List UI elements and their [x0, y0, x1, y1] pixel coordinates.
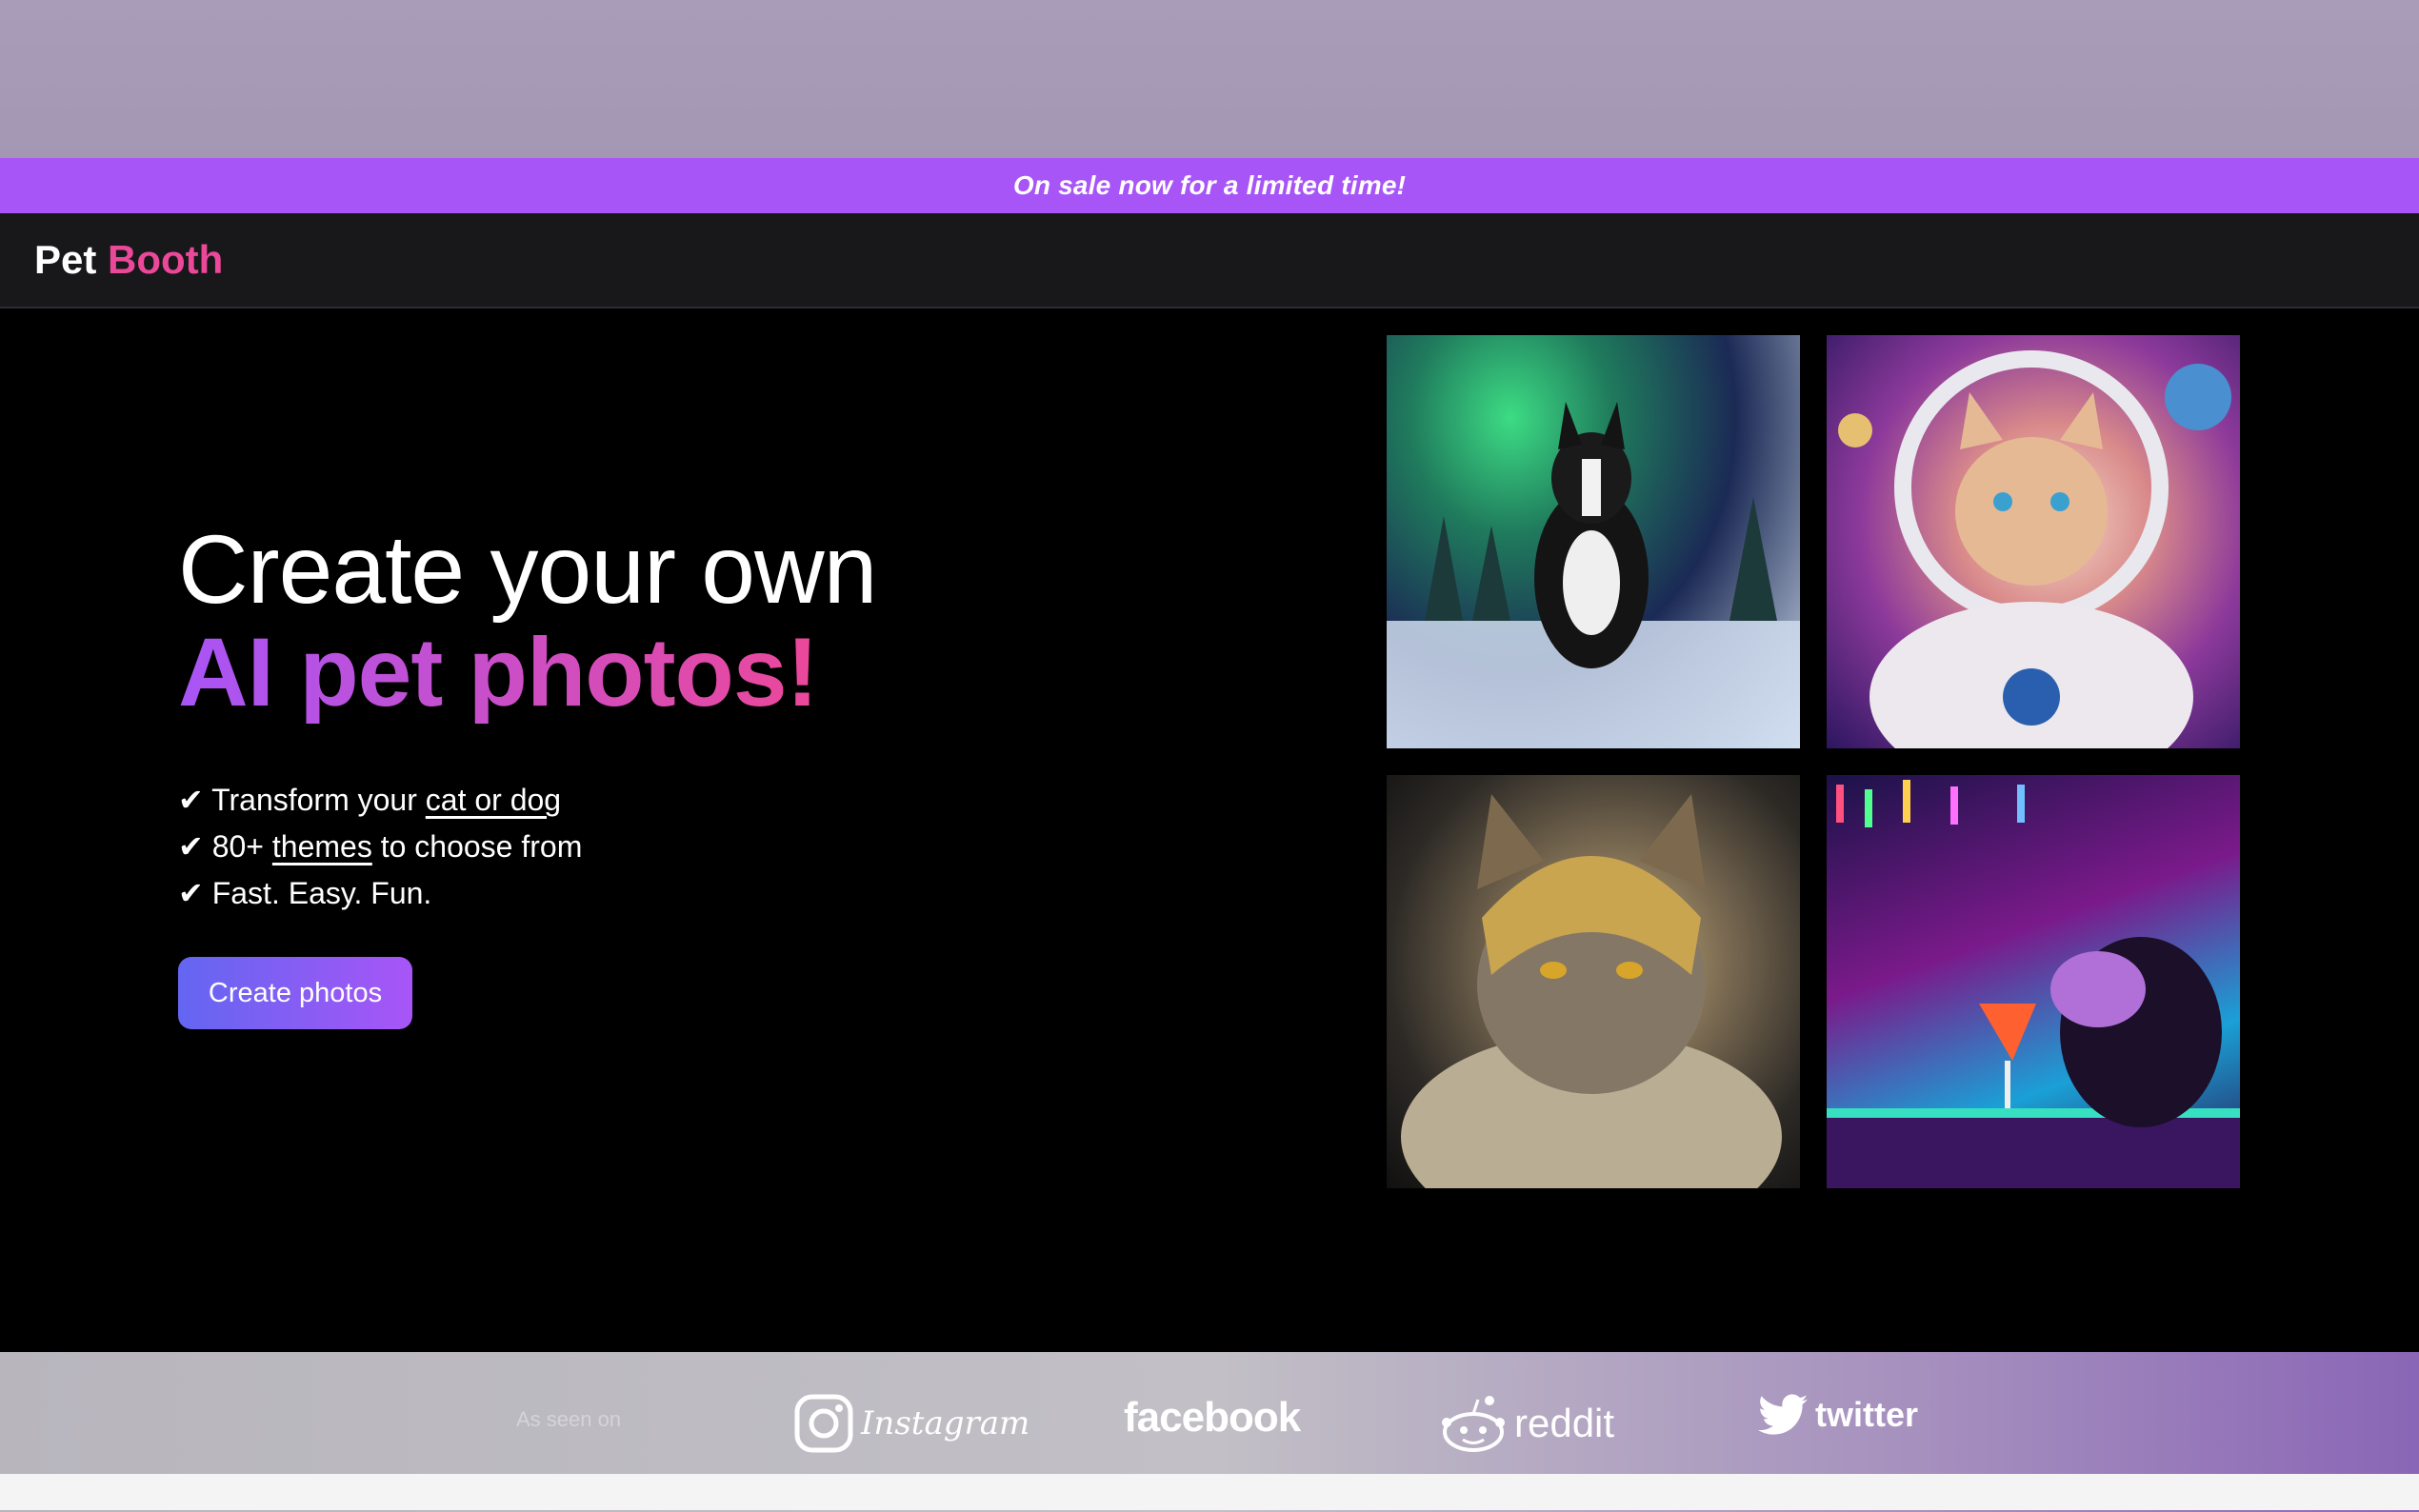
site-logo[interactable]: Pet Booth	[34, 237, 223, 283]
instagram-logo: Instagram	[794, 1394, 1030, 1453]
logo-text-pet: Pet	[34, 237, 97, 282]
instagram-icon	[794, 1394, 853, 1453]
feature-item: ✔ Fast. Easy. Fun.	[178, 870, 1035, 917]
checkmark-icon: ✔	[178, 829, 204, 864]
twitter-logo: twitter	[1758, 1394, 1918, 1436]
instagram-wordmark: Instagram	[861, 1404, 1030, 1442]
logo-text-booth: Booth	[108, 237, 224, 282]
reddit-alien-icon	[1442, 1396, 1505, 1452]
hero-section: Create your own AI pet photos! ✔ Transfo…	[178, 518, 1035, 1029]
aurora-dog-photo	[1387, 335, 1800, 748]
knight-cat-photo	[1387, 775, 1800, 1188]
checkmark-icon: ✔	[178, 783, 204, 817]
page-footer-strip	[0, 1474, 2419, 1510]
hero-title-line1: Create your own	[178, 515, 877, 624]
feature-text: 80+	[211, 829, 272, 864]
bar-dog-photo	[1827, 775, 2240, 1188]
sale-banner-text: On sale now for a limited time!	[1012, 170, 1407, 200]
as-seen-on-label: As seen on	[516, 1407, 622, 1431]
pet-photo-gallery	[1387, 335, 2240, 1188]
feature-item: ✔ 80+ themes to choose from	[178, 824, 1035, 870]
feature-text: Fast. Easy. Fun.	[211, 876, 432, 910]
twitter-bird-icon	[1758, 1394, 1808, 1435]
twitter-wordmark: twitter	[1815, 1395, 1918, 1434]
astronaut-cat-photo	[1827, 335, 2240, 748]
cat-or-dog-link[interactable]: cat or dog	[426, 783, 561, 817]
feature-list: ✔ Transform your cat or dog ✔ 80+ themes…	[178, 777, 1035, 917]
checkmark-icon: ✔	[178, 876, 204, 910]
as-seen-on-bar: As seen on Instagram facebook reddit twi…	[0, 1381, 2419, 1457]
create-photos-button[interactable]: Create photos	[178, 957, 412, 1029]
facebook-wordmark: facebook	[1124, 1394, 1301, 1441]
navbar: Pet Booth	[0, 213, 2419, 308]
themes-link[interactable]: themes	[272, 829, 372, 864]
reddit-wordmark: reddit	[1514, 1401, 1615, 1445]
feature-text: Transform your	[211, 783, 426, 817]
feature-text-suffix: to choose from	[371, 829, 583, 864]
hero-title-line2: AI pet photos!	[178, 618, 819, 726]
browser-window: On sale now for a limited time! Pet Boot…	[0, 158, 2419, 1510]
facebook-logo: facebook	[1124, 1394, 1301, 1442]
sale-banner: On sale now for a limited time!	[0, 158, 2419, 213]
feature-item: ✔ Transform your cat or dog	[178, 777, 1035, 824]
reddit-logo: reddit	[1440, 1394, 1614, 1453]
